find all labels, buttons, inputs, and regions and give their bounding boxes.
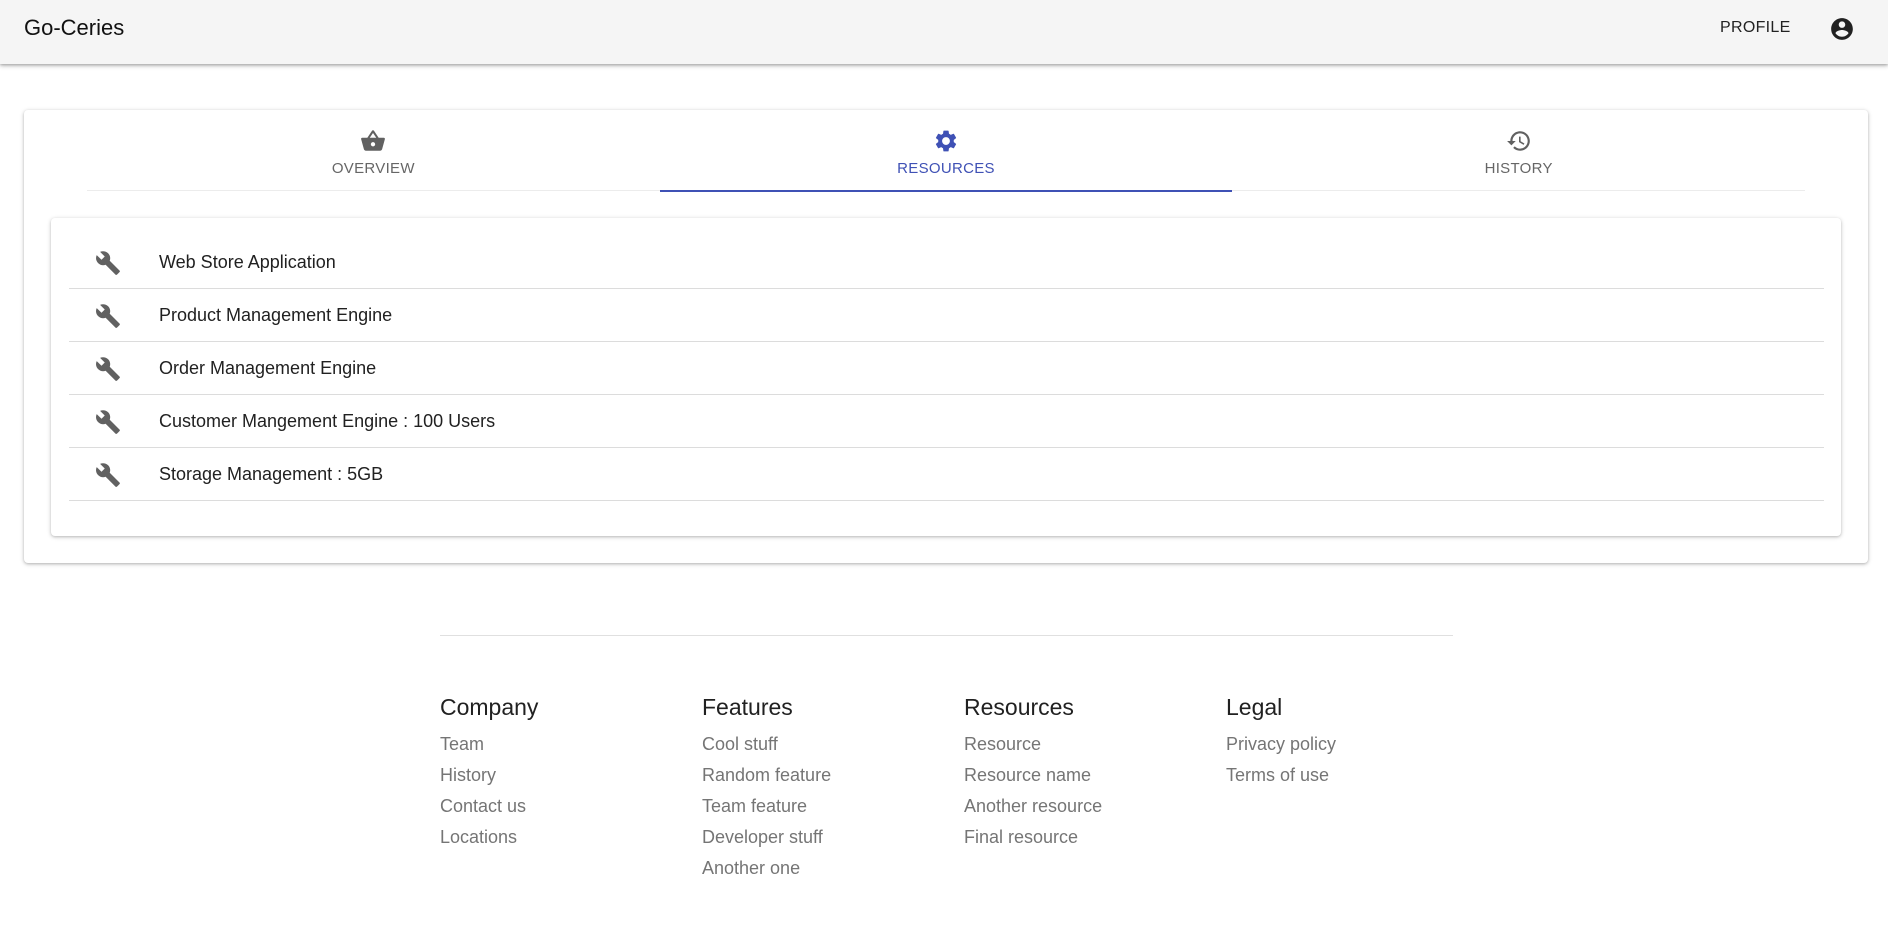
resources-card: Web Store Application Product Management… bbox=[51, 218, 1841, 536]
wrench-icon bbox=[96, 251, 120, 275]
footer-column-company: Company Team History Contact us Location… bbox=[440, 693, 680, 857]
list-item[interactable]: Storage Management : 5GB bbox=[69, 448, 1824, 501]
app-bar: Go-Ceries PROFILE bbox=[0, 0, 1888, 64]
footer-link-privacy-policy[interactable]: Privacy policy bbox=[1226, 733, 1466, 764]
footer-link-another-one[interactable]: Another one bbox=[702, 857, 942, 888]
resource-label: Product Management Engine bbox=[159, 305, 393, 325]
account-circle-icon[interactable] bbox=[1829, 16, 1855, 42]
resource-label: Customer Mangement Engine : 100 Users bbox=[159, 411, 496, 431]
footer-heading-company: Company bbox=[440, 694, 539, 720]
tab-resources-label: RESOURCES bbox=[897, 160, 995, 177]
footer-divider bbox=[440, 635, 1453, 636]
footer-link-another-resource[interactable]: Another resource bbox=[964, 795, 1204, 826]
footer-heading-resources: Resources bbox=[964, 694, 1074, 720]
footer-link-team-feature[interactable]: Team feature bbox=[702, 795, 942, 826]
footer-heading-features: Features bbox=[702, 694, 793, 720]
footer-heading-legal: Legal bbox=[1226, 694, 1283, 720]
footer-column-features: Features Cool stuff Random feature Team … bbox=[702, 693, 942, 888]
resource-label: Order Management Engine bbox=[159, 358, 377, 378]
wrench-icon bbox=[96, 410, 120, 434]
resource-label: Storage Management : 5GB bbox=[159, 464, 384, 484]
footer-link-developer-stuff[interactable]: Developer stuff bbox=[702, 826, 942, 857]
footer-column-legal: Legal Privacy policy Terms of use bbox=[1226, 693, 1466, 795]
profile-button[interactable]: PROFILE bbox=[1720, 18, 1791, 38]
list-item[interactable]: Order Management Engine bbox=[69, 342, 1824, 395]
tab-history-label: HISTORY bbox=[1484, 160, 1553, 177]
footer-link-history[interactable]: History bbox=[440, 764, 680, 795]
gear-icon bbox=[935, 130, 957, 152]
brand-title[interactable]: Go-Ceries bbox=[24, 16, 124, 40]
list-item[interactable]: Web Store Application bbox=[69, 236, 1824, 289]
resource-label: Web Store Application bbox=[159, 252, 336, 272]
list-item[interactable]: Customer Mangement Engine : 100 Users bbox=[69, 395, 1824, 448]
wrench-icon bbox=[96, 357, 120, 381]
footer-link-final-resource[interactable]: Final resource bbox=[964, 826, 1204, 857]
footer-column-resources: Resources Resource Resource name Another… bbox=[964, 693, 1204, 857]
wrench-icon bbox=[96, 463, 120, 487]
tab-bar: OVERVIEW RESOURCES HISTORY bbox=[87, 110, 1805, 192]
footer-link-resource-name[interactable]: Resource name bbox=[964, 764, 1204, 795]
footer-link-locations[interactable]: Locations bbox=[440, 826, 680, 857]
main-card: OVERVIEW RESOURCES HISTORY Web Store App… bbox=[24, 110, 1868, 563]
history-icon bbox=[1506, 131, 1530, 151]
footer-link-terms-of-use[interactable]: Terms of use bbox=[1226, 764, 1466, 795]
footer-link-resource[interactable]: Resource bbox=[964, 733, 1204, 764]
tab-history[interactable]: HISTORY bbox=[1232, 110, 1805, 191]
resources-list: Web Store Application Product Management… bbox=[69, 236, 1824, 501]
list-item[interactable]: Product Management Engine bbox=[69, 289, 1824, 342]
footer-link-team[interactable]: Team bbox=[440, 733, 680, 764]
footer-link-contact-us[interactable]: Contact us bbox=[440, 795, 680, 826]
wrench-icon bbox=[96, 304, 120, 328]
footer-link-random-feature[interactable]: Random feature bbox=[702, 764, 942, 795]
tab-overview[interactable]: OVERVIEW bbox=[87, 110, 660, 191]
tab-active-indicator bbox=[659, 190, 1233, 192]
tab-resources[interactable]: RESOURCES bbox=[659, 110, 1233, 192]
tab-overview-label: OVERVIEW bbox=[331, 160, 415, 177]
footer-link-cool-stuff[interactable]: Cool stuff bbox=[702, 733, 942, 764]
basket-icon bbox=[361, 130, 386, 151]
